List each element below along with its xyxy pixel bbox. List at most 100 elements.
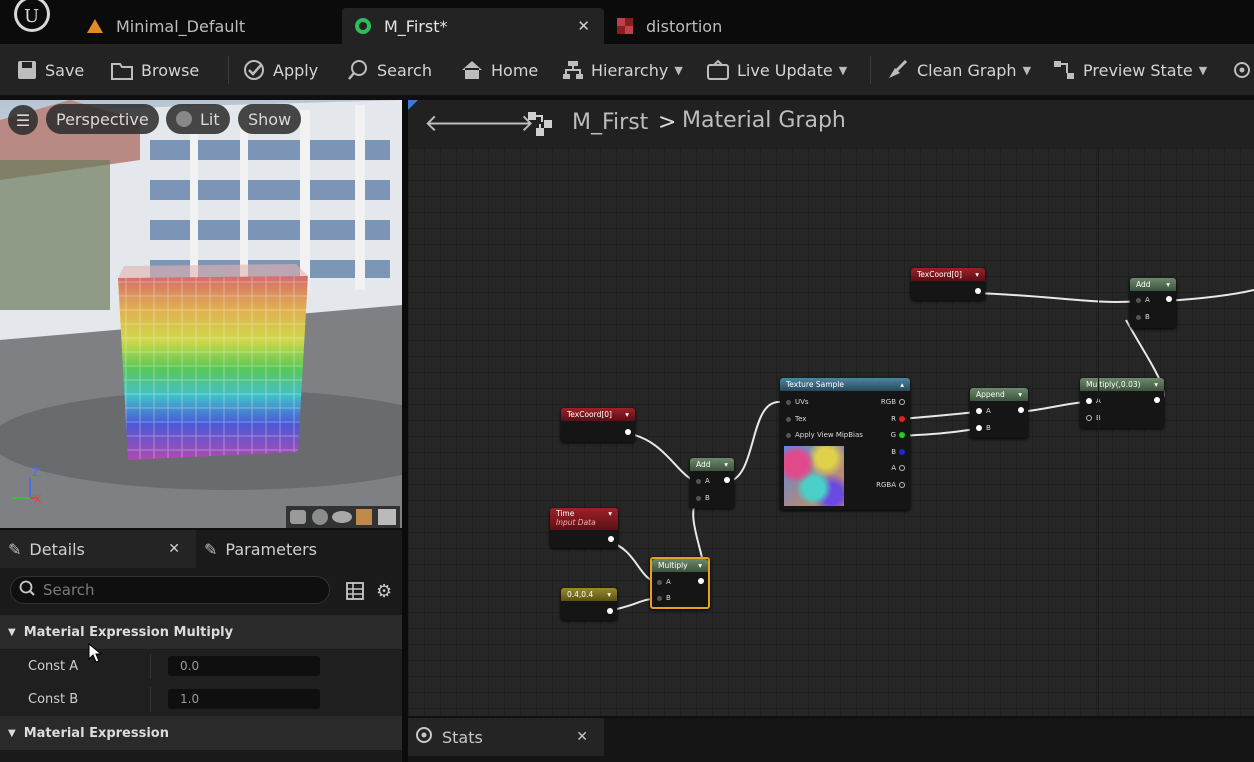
chevron-down-icon[interactable]: ▾ bbox=[975, 270, 979, 279]
node-multiply-003[interactable]: Multiply(,0.03)▾ A B bbox=[1080, 378, 1164, 428]
show-button[interactable]: Show bbox=[238, 104, 302, 134]
breadcrumb-root[interactable]: M_First bbox=[572, 110, 648, 135]
output-pin-g[interactable]: G bbox=[891, 431, 905, 439]
svg-text:U: U bbox=[24, 6, 39, 27]
node-texture-sample[interactable]: Texture Sample ▴ UVs Tex Apply View MipBi… bbox=[780, 378, 910, 510]
tab-distortion[interactable]: distortion bbox=[604, 8, 866, 44]
pin-label: A bbox=[986, 407, 991, 415]
material-icon bbox=[354, 17, 372, 35]
input-pin-a[interactable]: A bbox=[657, 578, 671, 586]
close-icon[interactable]: ✕ bbox=[577, 17, 590, 35]
close-icon[interactable]: ✕ bbox=[168, 541, 180, 557]
output-pin-a[interactable]: A bbox=[891, 464, 905, 472]
chevron-down-icon[interactable]: ▾ bbox=[724, 460, 728, 469]
input-pin-b[interactable]: B bbox=[657, 594, 671, 602]
tab-m-first[interactable]: M_First* ✕ bbox=[342, 8, 604, 44]
output-pin[interactable] bbox=[1154, 397, 1160, 403]
chevron-down-icon[interactable]: ▾ bbox=[1154, 380, 1158, 389]
preview-state-dropdown[interactable]: Preview State ▼ bbox=[1052, 54, 1207, 86]
tab-parameters[interactable]: ✎ Parameters bbox=[204, 530, 317, 568]
node-texcoord-left[interactable]: TexCoord[0] ▾ bbox=[561, 408, 635, 442]
lit-button[interactable]: Lit bbox=[166, 104, 230, 134]
details-search-input[interactable]: Search bbox=[10, 576, 330, 604]
perspective-button[interactable]: Perspective bbox=[46, 104, 159, 134]
pin-label: RGB bbox=[880, 398, 896, 406]
tab-minimal-default[interactable]: Minimal_Default bbox=[74, 8, 336, 44]
chevron-down-icon[interactable]: ▾ bbox=[625, 410, 629, 419]
live-update-label: Live Update bbox=[737, 60, 833, 80]
output-pin[interactable] bbox=[1018, 407, 1024, 413]
const-b-field[interactable]: 1.0 bbox=[168, 689, 320, 709]
pin-label: Tex bbox=[795, 415, 807, 423]
browse-button[interactable]: Browse bbox=[110, 54, 199, 86]
node-add-top[interactable]: Add ▾ A B bbox=[1130, 278, 1176, 328]
texture-icon bbox=[616, 17, 634, 35]
home-label: Home bbox=[491, 60, 539, 80]
input-pin-uvs[interactable]: UVs bbox=[786, 398, 809, 406]
chevron-down-icon[interactable]: ▾ bbox=[608, 509, 612, 518]
breadcrumb-current[interactable]: Material Graph bbox=[682, 108, 846, 133]
settings-gear-icon[interactable]: ⚙ bbox=[376, 581, 392, 602]
section-material-expression[interactable]: ▼ Material Expression bbox=[0, 716, 402, 750]
output-pin-rgba[interactable]: RGBA bbox=[876, 481, 905, 489]
close-icon[interactable]: ✕ bbox=[576, 729, 588, 745]
input-pin-a[interactable]: A bbox=[976, 407, 991, 415]
details-panel: ✎ Details ✕ ✎ Parameters Search ⚙ ▼ Mate… bbox=[0, 530, 402, 762]
input-pin-a[interactable]: A bbox=[1136, 296, 1150, 304]
output-pin-r[interactable]: R bbox=[891, 415, 905, 423]
forward-arrow-icon[interactable]: 🡒 bbox=[470, 108, 534, 137]
input-pin-a[interactable]: A bbox=[696, 477, 710, 485]
output-pin[interactable] bbox=[698, 578, 704, 584]
material-preview-viewport[interactable]: ☰ Perspective Lit Show Z X bbox=[0, 100, 402, 528]
unreal-logo[interactable]: U bbox=[10, 0, 54, 36]
output-pin-b[interactable]: B bbox=[891, 448, 905, 456]
output-pin[interactable] bbox=[608, 536, 614, 542]
node-append[interactable]: Append ▾ A B bbox=[970, 388, 1028, 438]
hierarchy-label: Hierarchy bbox=[591, 60, 669, 80]
node-texcoord-top[interactable]: TexCoord[0] ▾ bbox=[911, 268, 985, 300]
collapse-arrow-icon[interactable]: ▴ bbox=[900, 380, 904, 389]
graph-hierarchy-icon[interactable] bbox=[526, 110, 554, 142]
broom-icon bbox=[886, 58, 910, 82]
chevron-down-icon[interactable]: ▾ bbox=[1018, 390, 1022, 399]
chevron-down-icon[interactable]: ▾ bbox=[607, 590, 611, 599]
viewport-menu-button[interactable]: ☰ bbox=[8, 105, 38, 135]
pencil-icon: ✎ bbox=[8, 539, 22, 559]
more-options-icon[interactable] bbox=[1230, 54, 1254, 86]
chevron-down-icon[interactable]: ▾ bbox=[698, 561, 702, 570]
input-pin-b[interactable]: B bbox=[1136, 313, 1150, 321]
output-pin[interactable] bbox=[625, 429, 631, 435]
node-constant-0404[interactable]: 0.4,0.4 ▾ bbox=[561, 588, 617, 620]
node-time[interactable]: Time Input Data ▾ bbox=[550, 508, 618, 548]
output-pin[interactable] bbox=[1166, 296, 1172, 302]
node-header: TexCoord[0] ▾ bbox=[911, 268, 985, 281]
apply-button[interactable]: Apply bbox=[242, 54, 318, 86]
input-pin-b[interactable]: B bbox=[976, 424, 991, 432]
output-pin[interactable] bbox=[724, 477, 730, 483]
table-view-icon[interactable] bbox=[346, 582, 364, 604]
output-pin[interactable] bbox=[975, 288, 981, 294]
section-material-expression-multiply[interactable]: ▼ Material Expression Multiply bbox=[0, 615, 402, 649]
input-pin-mipbias[interactable]: Apply View MipBias bbox=[786, 431, 863, 439]
output-pin[interactable] bbox=[607, 608, 613, 614]
home-button[interactable]: Home bbox=[460, 54, 538, 86]
live-update-icon bbox=[706, 59, 730, 81]
tab-details[interactable]: ✎ Details ✕ bbox=[0, 530, 196, 568]
const-b-label: Const B bbox=[28, 692, 79, 707]
input-pin-b[interactable]: B bbox=[696, 494, 710, 502]
search-button[interactable]: Search bbox=[346, 54, 432, 86]
output-pin-rgb[interactable]: RGB bbox=[881, 398, 905, 406]
node-add-mid[interactable]: Add ▾ A B bbox=[690, 458, 734, 508]
clean-graph-dropdown[interactable]: Clean Graph ▼ bbox=[886, 54, 1031, 86]
live-update-dropdown[interactable]: Live Update ▼ bbox=[706, 54, 847, 86]
tab-stats[interactable]: Stats ✕ bbox=[408, 718, 604, 756]
chevron-down-icon[interactable]: ▾ bbox=[1166, 280, 1170, 289]
save-button[interactable]: Save bbox=[16, 54, 84, 86]
property-splitter[interactable] bbox=[150, 654, 151, 679]
const-a-field[interactable]: 0.0 bbox=[168, 656, 320, 676]
node-multiply[interactable]: Multiply ▾ A B bbox=[650, 557, 710, 609]
material-graph-canvas[interactable]: TexCoord[0] ▾ Add ▾ A B TexCoord[0] ▾ Add ▾ … bbox=[408, 100, 1254, 716]
hierarchy-dropdown[interactable]: Hierarchy ▼ bbox=[562, 54, 683, 86]
input-pin-tex[interactable]: Tex bbox=[786, 415, 806, 423]
property-splitter[interactable] bbox=[150, 687, 151, 712]
